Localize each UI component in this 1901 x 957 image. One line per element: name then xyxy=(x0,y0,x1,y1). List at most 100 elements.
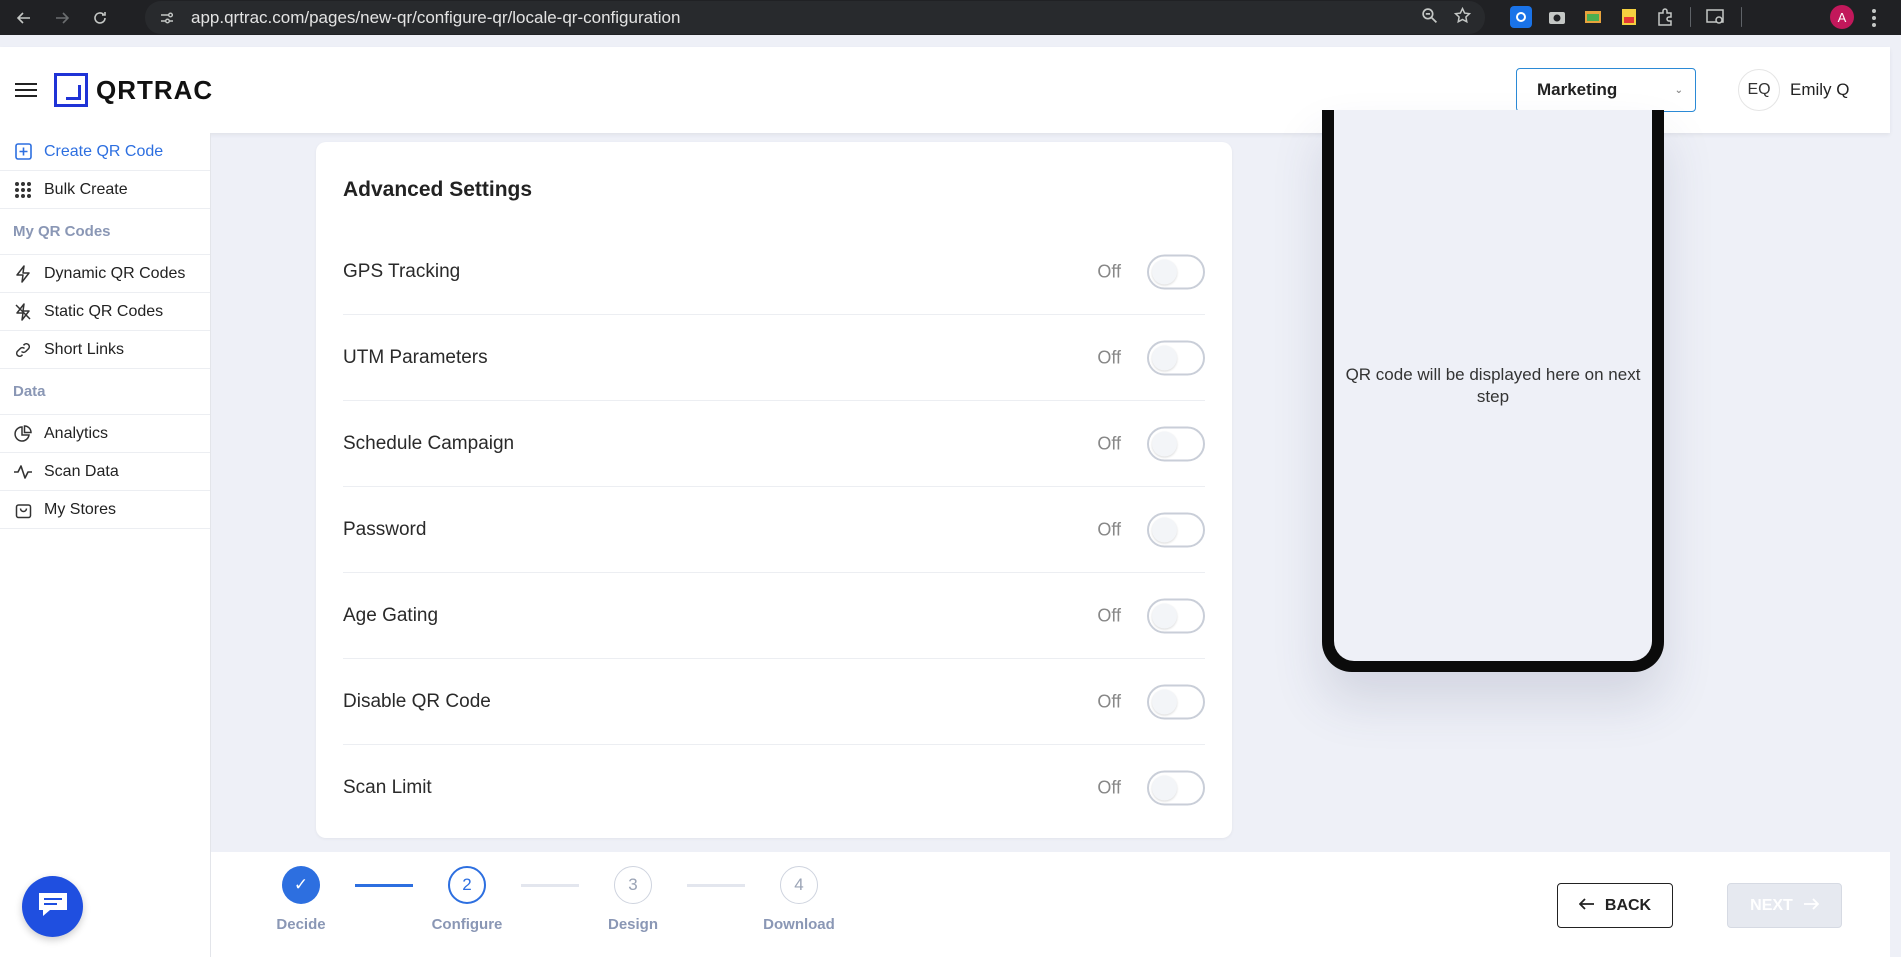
sidebar-item-label: Static QR Codes xyxy=(44,302,164,320)
setting-row-schedule-campaign: Schedule Campaign Off xyxy=(343,401,1205,487)
step-number: 3 xyxy=(614,866,652,904)
scan-limit-toggle[interactable] xyxy=(1147,770,1205,806)
setting-label: Scan Limit xyxy=(343,777,432,798)
setting-label: UTM Parameters xyxy=(343,346,488,368)
setting-state: Off xyxy=(1097,605,1121,625)
setting-state: Off xyxy=(1097,347,1121,367)
preview-message: QR code will be displayed here on next s… xyxy=(1345,365,1641,406)
step-configure[interactable]: 2 Configure xyxy=(407,866,527,933)
setting-row-utm-parameters: UTM Parameters Off xyxy=(343,315,1205,401)
sidebar-item-static-qr-codes[interactable]: Static QR Codes xyxy=(0,293,210,331)
back-button[interactable]: BACK xyxy=(1557,883,1673,928)
extension-image-icon[interactable] xyxy=(1582,6,1604,28)
wizard-footer: ✓ Decide 2 Configure 3 Design 4 Download… xyxy=(211,852,1890,957)
step-decide[interactable]: ✓ Decide xyxy=(241,866,361,933)
reload-icon[interactable] xyxy=(86,4,114,32)
zoom-icon[interactable] xyxy=(1421,7,1438,29)
setting-row-disable-qr-code: Disable QR Code Off xyxy=(343,659,1205,745)
sidebar-item-label: Bulk Create xyxy=(44,180,128,198)
sidebar-item-dynamic-qr-codes[interactable]: Dynamic QR Codes xyxy=(0,255,210,293)
step-download[interactable]: 4 Download xyxy=(739,866,859,933)
step-design[interactable]: 3 Design xyxy=(573,866,693,933)
workspace-select[interactable]: Marketing ⌄ xyxy=(1516,68,1696,112)
pie-chart-icon xyxy=(13,424,33,444)
gps-tracking-toggle[interactable] xyxy=(1147,254,1205,289)
profile-avatar[interactable]: A xyxy=(1830,5,1854,29)
chat-support-button[interactable] xyxy=(22,876,83,937)
advanced-settings-title: Advanced Settings xyxy=(343,178,533,201)
logo-mark-icon xyxy=(54,73,88,107)
sidebar-item-create-qr-code[interactable]: Create QR Code xyxy=(0,133,210,171)
hamburger-menu-icon[interactable] xyxy=(15,79,37,101)
step-label: Configure xyxy=(431,916,503,933)
setting-label: Age Gating xyxy=(343,604,439,626)
step-connector xyxy=(355,884,413,887)
user-menu[interactable]: EQ Emily Q xyxy=(1738,69,1850,111)
next-button-label: NEXT xyxy=(1750,896,1793,914)
divider xyxy=(1690,7,1691,27)
lightning-off-icon xyxy=(13,302,33,322)
more-menu-icon[interactable] xyxy=(1872,9,1876,27)
chevron-down-icon: ⌄ xyxy=(1674,84,1683,96)
setting-label: GPS Tracking xyxy=(343,260,461,282)
schedule-campaign-toggle[interactable] xyxy=(1147,426,1205,461)
logo-text: QRTRAC xyxy=(96,74,214,105)
user-avatar: EQ xyxy=(1738,69,1780,111)
extension-blue-icon[interactable] xyxy=(1510,6,1532,28)
sidebar-item-short-links[interactable]: Short Links xyxy=(0,331,210,369)
advanced-settings-card: Advanced Settings GPS Tracking Off UTM P… xyxy=(316,142,1232,838)
setting-label: Schedule Campaign xyxy=(343,432,515,454)
sidebar-section-my-qr-codes: My QR Codes xyxy=(0,209,210,255)
back-arrow-icon[interactable] xyxy=(10,4,38,32)
shopping-bag-icon xyxy=(13,500,33,520)
step-check-icon: ✓ xyxy=(282,866,320,904)
grid-dots-icon xyxy=(13,180,33,200)
divider xyxy=(1741,7,1742,27)
setting-row-password: Password Off xyxy=(343,487,1205,573)
tab-search-icon[interactable] xyxy=(1705,6,1727,28)
sidebar-item-label: Short Links xyxy=(44,340,125,358)
extension-sheet-icon[interactable] xyxy=(1618,6,1640,28)
sidebar-item-my-stores[interactable]: My Stores xyxy=(0,491,210,529)
sidebar-item-analytics[interactable]: Analytics xyxy=(0,415,210,453)
age-gating-toggle[interactable] xyxy=(1147,598,1205,633)
sidebar-item-bulk-create[interactable]: Bulk Create xyxy=(0,171,210,209)
password-toggle[interactable] xyxy=(1147,512,1205,547)
link-icon xyxy=(13,340,33,360)
extensions-area xyxy=(1510,6,1742,28)
phone-screen: QR code will be displayed here on next s… xyxy=(1334,110,1652,661)
chat-bubble-icon xyxy=(36,890,70,923)
step-label: Design xyxy=(607,916,658,933)
setting-row-gps-tracking: GPS Tracking Off xyxy=(343,229,1205,315)
setting-state: Off xyxy=(1097,777,1121,798)
sidebar-section-data: Data xyxy=(0,369,210,415)
workspace-value: Marketing xyxy=(1537,80,1618,99)
step-label: Download xyxy=(763,916,835,933)
url-text: app.qrtrac.com/pages/new-qr/configure-qr… xyxy=(191,7,681,27)
arrow-left-icon xyxy=(1578,897,1595,915)
step-label: Decide xyxy=(276,916,326,933)
sidebar-item-label: Create QR Code xyxy=(44,142,164,160)
setting-state: Off xyxy=(1097,691,1121,711)
address-bar[interactable]: app.qrtrac.com/pages/new-qr/configure-qr… xyxy=(145,1,1485,34)
step-connector xyxy=(687,884,745,887)
qrtrac-logo[interactable]: QRTRAC xyxy=(54,73,213,107)
camera-icon[interactable] xyxy=(1546,6,1568,28)
next-button[interactable]: NEXT xyxy=(1727,883,1842,928)
setting-state: Off xyxy=(1097,433,1121,453)
arrow-right-icon xyxy=(1803,897,1820,915)
forward-arrow-icon[interactable] xyxy=(48,4,76,32)
activity-icon xyxy=(13,462,33,482)
setting-row-scan-limit: Scan Limit Off xyxy=(343,745,1205,831)
extensions-puzzle-icon[interactable] xyxy=(1654,6,1676,28)
sidebar-item-scan-data[interactable]: Scan Data xyxy=(0,453,210,491)
step-connector xyxy=(521,884,579,887)
bookmark-star-icon[interactable] xyxy=(1453,6,1472,29)
setting-state: Off xyxy=(1097,519,1121,539)
setting-state: Off xyxy=(1097,261,1121,281)
sidebar-item-label: Dynamic QR Codes xyxy=(44,264,186,282)
utm-parameters-toggle[interactable] xyxy=(1147,340,1205,375)
site-settings-icon[interactable] xyxy=(157,8,177,28)
setting-row-age-gating: Age Gating Off xyxy=(343,573,1205,659)
disable-qr-code-toggle[interactable] xyxy=(1147,684,1205,719)
